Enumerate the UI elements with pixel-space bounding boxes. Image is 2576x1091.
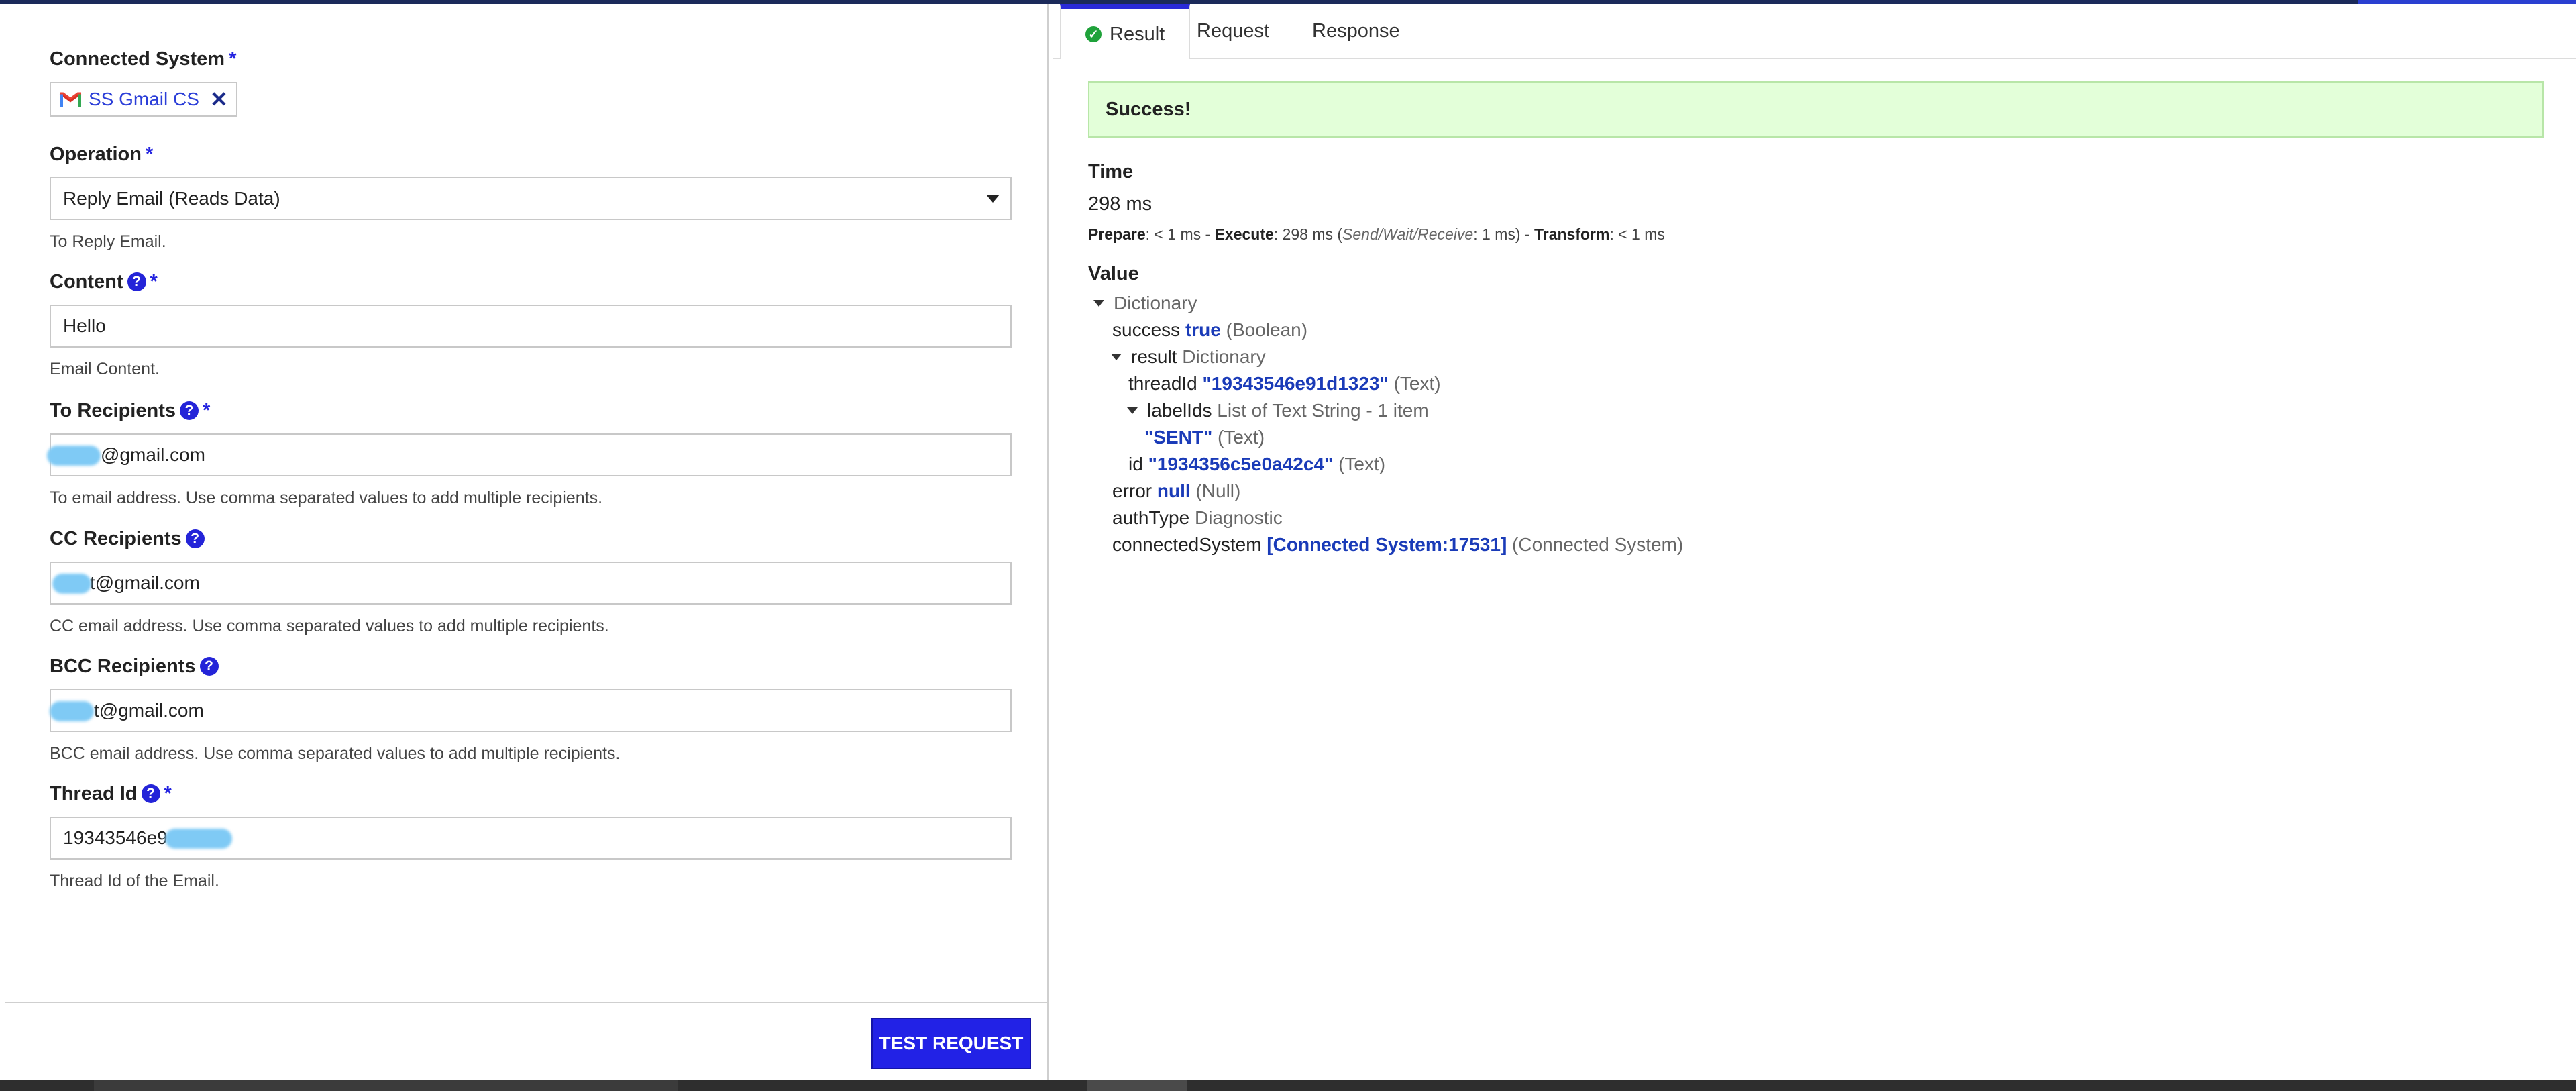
thread-id-hint: Thread Id of the Email. [50, 872, 219, 890]
bcc-recipients-hint: BCC email address. Use comma separated v… [50, 744, 621, 763]
gmail-icon [59, 91, 82, 108]
caret-down-icon[interactable] [1093, 300, 1104, 307]
tree-row-threadid: threadId "19343546e91d1323" (Text) [1128, 373, 1441, 394]
time-title: Time [1088, 161, 1134, 183]
redaction-blur [52, 574, 91, 594]
content-hint: Email Content. [50, 360, 160, 378]
cc-recipients-hint: CC email address. Use comma separated va… [50, 617, 609, 635]
connected-system-chip[interactable]: SS Gmail CS ✕ [50, 82, 237, 117]
tab-response[interactable]: Response [1288, 4, 1424, 58]
connected-system-link[interactable]: [Connected System:17531] [1267, 531, 1507, 558]
operation-select[interactable]: Reply Email (Reads Data) [50, 177, 1012, 220]
request-form-panel: Connected System * SS Gmail CS ✕ Operati… [5, 4, 1049, 1082]
tree-row-id: id "1934356c5e0a42c4" (Text) [1128, 454, 1386, 474]
success-banner: Success! [1088, 81, 2544, 138]
taskbar-strip [0, 1080, 2576, 1091]
result-panel: ✓ Result Request Response Success! Time … [1053, 4, 2576, 1080]
operation-label: Operation * [50, 143, 154, 165]
cc-recipients-input[interactable]: t@gmail.com [50, 562, 1012, 605]
redaction-blur [47, 446, 101, 466]
test-request-button[interactable]: TEST REQUEST [871, 1018, 1031, 1069]
time-value: 298 ms [1088, 193, 1152, 215]
thread-id-input[interactable]: 19343546e9 [50, 817, 1012, 860]
help-icon[interactable]: ? [141, 784, 160, 803]
caret-down-icon[interactable] [1127, 407, 1138, 414]
bcc-recipients-input[interactable]: t@gmail.com [50, 689, 1012, 732]
thread-id-field: Thread Id ? * 19343546e9 Thread Id of th… [50, 780, 1012, 891]
connected-system-field: Connected System * SS Gmail CS ✕ [50, 46, 1012, 117]
close-icon[interactable]: ✕ [210, 87, 228, 112]
connected-system-label: Connected System * [50, 48, 237, 70]
to-recipients-label: To Recipients ? * [50, 399, 211, 421]
help-icon[interactable]: ? [127, 272, 146, 291]
connected-system-chip-label: SS Gmail CS [89, 89, 199, 109]
tab-result[interactable]: ✓ Result [1060, 4, 1191, 59]
to-recipients-input[interactable]: @gmail.com [47, 433, 1012, 476]
operation-field: Operation * Reply Email (Reads Data) To … [50, 141, 1012, 252]
tree-row-labelids[interactable]: labelIds List of Text String - 1 item [1093, 397, 1683, 424]
tree-row-root[interactable]: Dictionary [1093, 290, 1683, 317]
caret-down-icon[interactable] [1111, 354, 1122, 360]
tree-row-error: error null (Null) [1112, 480, 1241, 501]
content-field: Content ? * Hello Email Content. [50, 268, 1012, 379]
chevron-down-icon [986, 195, 1000, 203]
to-recipients-hint: To email address. Use comma separated va… [50, 488, 603, 507]
redaction-blur [165, 829, 232, 849]
form-footer: TEST REQUEST [5, 1002, 1047, 1082]
cc-recipients-label: CC Recipients ? [50, 525, 1012, 552]
content-label: Content ? * [50, 270, 158, 293]
operation-hint: To Reply Email. [50, 232, 166, 251]
thread-id-label: Thread Id ? * [50, 782, 172, 804]
taskbar-segment [1087, 1080, 1187, 1091]
tab-request[interactable]: Request [1173, 4, 1293, 58]
tree-row-result[interactable]: result Dictionary [1093, 344, 1683, 370]
tree-row-authtype: authType Diagnostic [1112, 507, 1283, 528]
help-icon[interactable]: ? [185, 529, 205, 548]
tree-row-connectedsystem: connectedSystem [Connected System:17531]… [1093, 531, 1683, 558]
to-recipients-field: To Recipients ? * @gmail.com To email ad… [47, 397, 1012, 508]
content-input[interactable]: Hello [50, 305, 1012, 348]
value-title: Value [1088, 263, 1139, 284]
value-tree: Dictionary success true (Boolean) result… [1093, 290, 1683, 558]
bcc-recipients-label: BCC Recipients ? [50, 653, 1012, 680]
check-circle-icon: ✓ [1085, 26, 1102, 42]
help-icon[interactable]: ? [199, 657, 219, 676]
redaction-blur [50, 701, 94, 721]
cc-recipients-field: CC Recipients ? t@gmail.com CC email add… [50, 525, 1012, 636]
result-tabs: ✓ Result Request Response [1053, 4, 2576, 59]
time-breakdown: Prepare: < 1 ms - Execute: 298 ms (Send/… [1088, 225, 1665, 243]
tree-row-success: success true (Boolean) [1112, 319, 1308, 340]
taskbar-segment [94, 1080, 678, 1091]
bcc-recipients-field: BCC Recipients ? t@gmail.com BCC email a… [50, 653, 1012, 764]
tree-row-sent: "SENT" (Text) [1144, 427, 1265, 448]
help-icon[interactable]: ? [180, 401, 199, 420]
